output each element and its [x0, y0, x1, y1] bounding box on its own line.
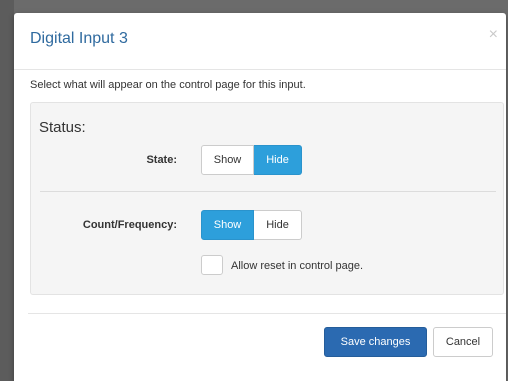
state-toggle: Show Hide: [201, 145, 302, 175]
count-frequency-label: Count/Frequency:: [82, 219, 177, 231]
count-frequency-hide-button[interactable]: Hide: [254, 210, 302, 240]
status-heading: Status:: [39, 119, 86, 136]
state-label: State:: [146, 154, 177, 166]
modal-header: Digital Input 3 ×: [14, 13, 506, 70]
allow-reset-checkbox[interactable]: [201, 255, 223, 275]
intro-text: Select what will appear on the control p…: [30, 79, 306, 91]
state-hide-button[interactable]: Hide: [254, 145, 302, 175]
state-show-button[interactable]: Show: [201, 145, 254, 175]
count-frequency-show-button[interactable]: Show: [201, 210, 254, 240]
close-icon[interactable]: ×: [489, 26, 498, 44]
modal-title: Digital Input 3: [30, 30, 128, 47]
section-divider: [40, 191, 496, 192]
allow-reset-label: Allow reset in control page.: [231, 260, 364, 272]
cancel-button[interactable]: Cancel: [433, 327, 493, 357]
modal-backdrop: [0, 0, 14, 381]
save-changes-button[interactable]: Save changes: [324, 327, 427, 357]
count-frequency-toggle: Show Hide: [201, 210, 302, 240]
status-panel: Status: State: Show Hide Count/Frequency…: [30, 102, 504, 295]
digital-input-modal: Digital Input 3 × Select what will appea…: [14, 13, 506, 381]
footer-divider: [28, 313, 506, 314]
